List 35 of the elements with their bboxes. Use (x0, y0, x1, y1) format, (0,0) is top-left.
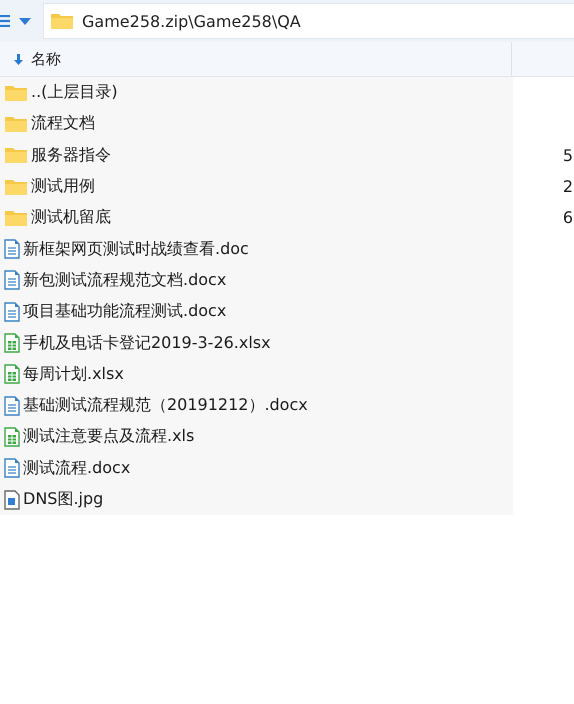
document-icon (4, 270, 20, 290)
file-name: 新框架网页测试时战绩查看.doc (23, 238, 249, 260)
file-name: 测试注意要点及流程.xls (23, 426, 194, 448)
file-name: 测试机留底 (31, 207, 111, 228)
file-name: 服务器指令 (31, 144, 111, 166)
image-file-icon (4, 490, 20, 510)
file-name: 手机及电话卡登记2019-3-26.xlsx (23, 332, 271, 354)
address-field[interactable]: Game258.zip\Game258\QA (43, 3, 574, 39)
document-icon (4, 396, 20, 416)
folder-icon (50, 12, 74, 30)
spreadsheet-icon (4, 364, 20, 384)
document-icon (4, 302, 20, 322)
table-cell: 6 (562, 208, 574, 228)
file-name: 测试用例 (31, 176, 95, 198)
table-cell: 2 (562, 177, 574, 196)
folder-icon (4, 178, 28, 196)
folder-icon (4, 146, 28, 164)
folder-icon (4, 208, 28, 227)
file-name: 每周计划.xlsx (23, 364, 124, 385)
spreadsheet-icon (4, 426, 20, 447)
file-name: 项目基础功能流程测试.docx (23, 301, 226, 322)
file-name: ..(上层目录) (31, 82, 118, 104)
menu-icon[interactable] (0, 15, 10, 27)
file-name: 新包测试流程规范文档.docx (23, 270, 226, 291)
document-icon (4, 239, 20, 260)
folder-icon (4, 84, 28, 102)
dropdown-caret-icon[interactable] (19, 18, 31, 24)
file-name: 基础测试流程规范（20191212）.docx (23, 395, 308, 416)
file-name: 测试流程.docx (23, 458, 130, 479)
file-name: 流程文档 (31, 113, 95, 134)
table-cell: 5 (562, 146, 574, 165)
document-icon (4, 458, 20, 478)
file-name: DNS图.jpg (23, 489, 104, 510)
folder-icon (4, 114, 28, 133)
spreadsheet-icon (4, 333, 20, 354)
